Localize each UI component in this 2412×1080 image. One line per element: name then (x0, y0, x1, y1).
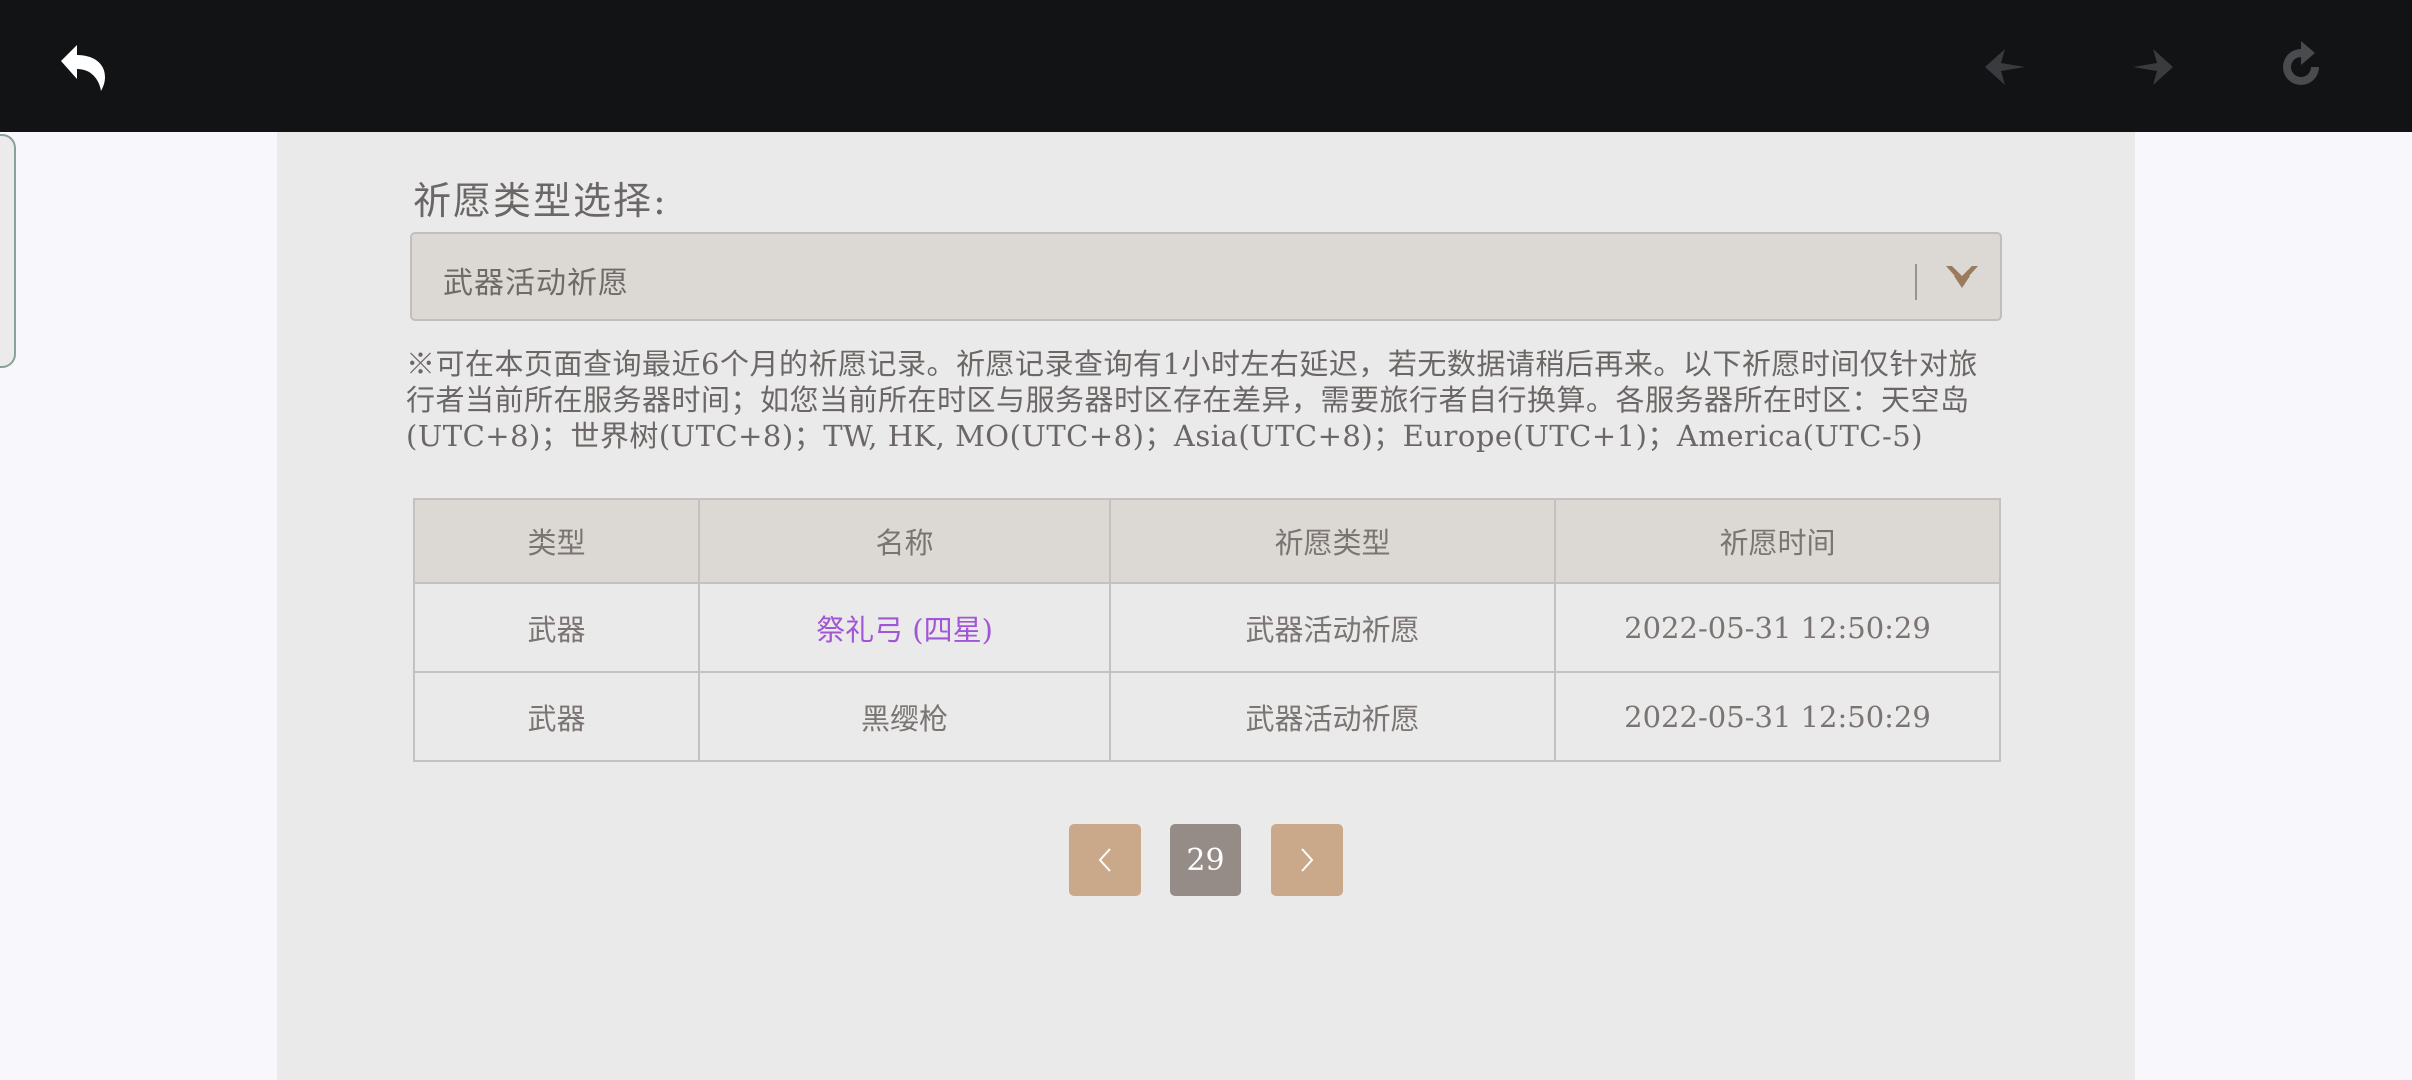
cell-wish-time: 2022-05-31 12:50:29 (1554, 671, 2001, 762)
chevron-down-icon[interactable] (1942, 262, 1982, 292)
back-arrow-icon[interactable] (48, 32, 118, 102)
cell-name: 祭礼弓 (四星) (698, 582, 1111, 673)
header-wish-type: 祈愿类型 (1109, 498, 1556, 584)
table-row: 武器 祭礼弓 (四星) 武器活动祈愿 2022-05-31 12:50:29 (413, 582, 2001, 673)
chevron-right-icon (1301, 848, 1314, 872)
select-divider (1915, 264, 1917, 300)
nav-back-icon[interactable] (1970, 32, 2040, 102)
cell-name: 黑缨枪 (698, 671, 1111, 762)
wish-record-notice: ※可在本页面查询最近6个月的祈愿记录。祈愿记录查询有1小时左右延迟，若无数据请稍… (406, 347, 1978, 453)
prev-page-button[interactable] (1069, 824, 1141, 896)
wish-type-selected-value: 武器活动祈愿 (443, 266, 629, 301)
refresh-icon[interactable] (2266, 32, 2336, 102)
wish-records-table: 类型 名称 祈愿类型 祈愿时间 武器 祭礼弓 (四星) 武器活动祈愿 2022-… (413, 498, 2001, 762)
wish-type-label: 祈愿类型选择: (413, 179, 668, 223)
table-row: 武器 黑缨枪 武器活动祈愿 2022-05-31 12:50:29 (413, 671, 2001, 762)
header-wish-time: 祈愿时间 (1554, 498, 2001, 584)
top-toolbar (0, 0, 2412, 132)
next-page-button[interactable] (1271, 824, 1343, 896)
side-drawer-tab[interactable] (0, 134, 16, 368)
cell-type: 武器 (413, 582, 700, 673)
cell-wish-time: 2022-05-31 12:50:29 (1554, 582, 2001, 673)
chevron-left-icon (1098, 848, 1111, 872)
cell-wish-type: 武器活动祈愿 (1109, 582, 1556, 673)
current-page-indicator: 29 (1170, 824, 1241, 896)
header-type: 类型 (413, 498, 700, 584)
cell-wish-type: 武器活动祈愿 (1109, 671, 1556, 762)
table-header-row: 类型 名称 祈愿类型 祈愿时间 (413, 498, 2001, 584)
nav-forward-icon[interactable] (2118, 32, 2188, 102)
wish-type-select[interactable]: 武器活动祈愿 (410, 232, 2002, 321)
header-name: 名称 (698, 498, 1111, 584)
cell-type: 武器 (413, 671, 700, 762)
